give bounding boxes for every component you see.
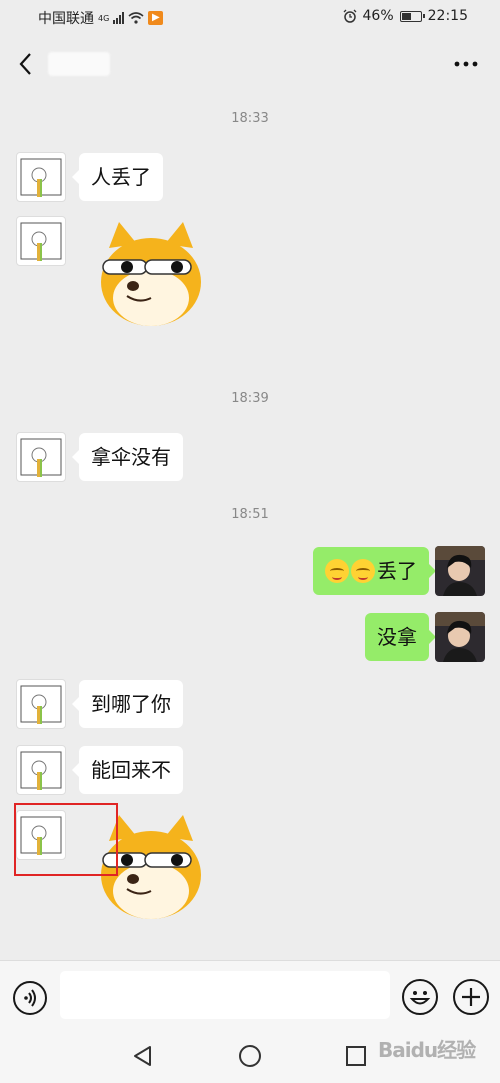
- blush-emoji-icon: [351, 558, 375, 583]
- battery-percent: 46%: [362, 8, 394, 24]
- self-avatar[interactable]: [435, 612, 485, 662]
- message-input[interactable]: [60, 971, 390, 1019]
- contact-avatar[interactable]: [16, 152, 66, 202]
- doodle-avatar-icon: [20, 438, 62, 477]
- self-avatar[interactable]: [435, 546, 485, 596]
- timestamp: 18:33: [231, 111, 269, 126]
- nav-back-icon[interactable]: [131, 1044, 155, 1068]
- contact-avatar[interactable]: [16, 216, 66, 266]
- user-photo-icon: [435, 546, 485, 596]
- watermark: Baidu经验: [378, 1038, 476, 1062]
- carrier-label: 中国联通: [38, 11, 94, 27]
- contact-avatar[interactable]: [16, 745, 66, 795]
- contact-avatar[interactable]: [16, 679, 66, 729]
- message-text: 丢了: [377, 559, 417, 583]
- chat-header: [0, 36, 500, 92]
- alarm-clock-icon: [343, 9, 356, 23]
- chat-title: [48, 52, 110, 76]
- timestamp: 18:51: [231, 507, 269, 522]
- message-bubble[interactable]: 能回来不: [72, 746, 183, 794]
- system-nav-bar: Baidu经验: [0, 1028, 500, 1083]
- message-bubble[interactable]: 人丢了: [72, 153, 163, 201]
- doodle-avatar-icon: [20, 158, 62, 197]
- message-bubble-outgoing[interactable]: 没拿: [365, 613, 436, 661]
- nav-home-icon[interactable]: [239, 1045, 261, 1067]
- doodle-avatar-icon: [20, 222, 62, 261]
- shiba-sticker-icon[interactable]: [97, 220, 205, 328]
- status-bar: 中国联通 4G ▶ 46% 22:15: [0, 0, 500, 36]
- user-photo-icon: [435, 612, 485, 662]
- message-bubble[interactable]: 到哪了你: [72, 680, 183, 728]
- app-notification-icon: ▶: [148, 11, 164, 25]
- voice-icon[interactable]: [13, 981, 47, 1015]
- timestamp: 18:39: [231, 391, 269, 406]
- network-type: 4G: [98, 13, 110, 23]
- message-bubble[interactable]: 拿伞没有: [72, 433, 183, 481]
- battery-icon: [399, 10, 425, 22]
- doodle-avatar-icon: [20, 751, 62, 790]
- doodle-avatar-icon: [20, 685, 62, 724]
- blush-emoji-icon: [325, 558, 349, 583]
- chevron-left-icon[interactable]: [14, 50, 38, 78]
- highlight-box: [14, 803, 118, 876]
- more-dots-icon[interactable]: [452, 54, 480, 74]
- input-bar: [0, 960, 500, 1028]
- smiley-icon[interactable]: [402, 979, 438, 1015]
- wifi-icon: [128, 12, 144, 24]
- contact-avatar[interactable]: [16, 432, 66, 482]
- message-bubble-outgoing[interactable]: 丢了: [313, 547, 436, 595]
- signal-icon: [113, 12, 125, 24]
- status-time: 22:15: [427, 8, 468, 24]
- nav-recent-icon[interactable]: [346, 1046, 366, 1066]
- plus-icon[interactable]: [453, 979, 489, 1015]
